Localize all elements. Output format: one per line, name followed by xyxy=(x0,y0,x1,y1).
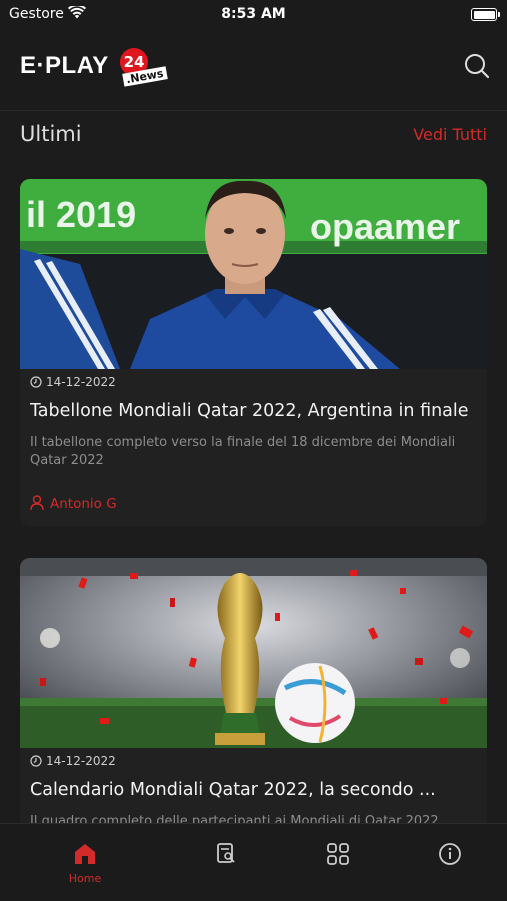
status-bar: Gestore 8:53 AM xyxy=(0,0,507,30)
section-header: Ultimi Vedi Tutti xyxy=(20,122,487,152)
info-icon xyxy=(439,843,461,865)
user-icon xyxy=(30,495,44,511)
banner-text-right: opaamer xyxy=(310,206,460,247)
nav-categories[interactable] xyxy=(308,842,368,870)
article-title[interactable]: Calendario Mondiali Qatar 2022, la secon… xyxy=(30,780,485,800)
app-logo[interactable]: E·PLAY 24 .News xyxy=(20,48,170,90)
article-date-text: 14-12-2022 xyxy=(46,754,116,768)
document-search-icon xyxy=(217,843,235,863)
banner-text-left: il 2019 xyxy=(26,194,136,235)
clock-icon xyxy=(30,755,42,767)
article-title[interactable]: Tabellone Mondiali Qatar 2022, Argentina… xyxy=(30,401,485,421)
bottom-nav: Home xyxy=(0,823,507,901)
author-name: Antonio G xyxy=(50,496,117,512)
nav-info[interactable] xyxy=(420,842,480,870)
nav-search-articles[interactable] xyxy=(196,842,256,870)
search-button[interactable] xyxy=(463,52,491,80)
nav-home-label: Home xyxy=(68,872,102,885)
top-bar: E·PLAY 24 .News xyxy=(0,30,507,111)
article-image: il 2019 opaamer xyxy=(20,179,487,369)
section-title: Ultimi xyxy=(20,122,82,146)
battery-icon xyxy=(471,8,500,21)
logo-text: E·PLAY xyxy=(20,52,109,79)
article-date: 14-12-2022 xyxy=(30,375,116,389)
article-description: Il tabellone completo verso la finale de… xyxy=(30,435,456,468)
search-icon xyxy=(465,54,490,79)
see-all-link[interactable]: Vedi Tutti xyxy=(413,125,487,144)
home-icon xyxy=(75,844,95,864)
article-date: 14-12-2022 xyxy=(30,754,116,768)
article-image xyxy=(20,558,487,748)
article-author[interactable]: Antonio G xyxy=(30,495,117,512)
status-time: 8:53 AM xyxy=(221,6,286,22)
grid-icon xyxy=(327,843,349,865)
article-date-text: 14-12-2022 xyxy=(46,375,116,389)
article-card[interactable]: 14-12-2022 Calendario Mondiali Qatar 202… xyxy=(20,558,487,858)
nav-home[interactable]: Home xyxy=(55,842,115,885)
clock-icon xyxy=(30,376,42,388)
article-card[interactable]: il 2019 opaamer 14-12-2022 Tabellone Mon… xyxy=(20,179,487,526)
